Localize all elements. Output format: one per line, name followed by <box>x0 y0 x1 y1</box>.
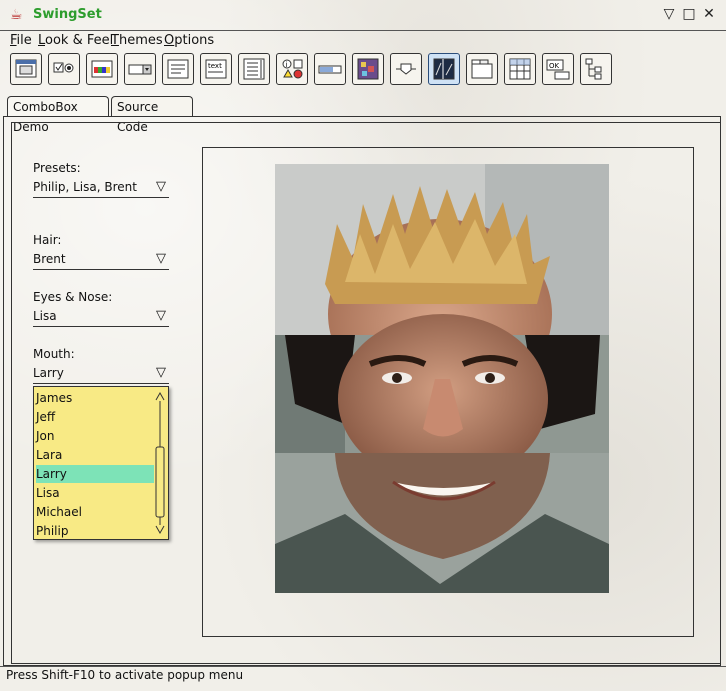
list-item[interactable]: James <box>36 389 154 407</box>
chevron-down-icon: ▽ <box>156 251 166 266</box>
svg-text:i: i <box>286 61 288 69</box>
menu-options[interactable]: Options <box>164 33 214 48</box>
html-demo-icon[interactable]: text <box>200 53 232 85</box>
hair-label: Hair: <box>33 233 62 247</box>
tab-combobox-demo[interactable]: ComboBox Demo <box>7 96 109 134</box>
window-title: SwingSet <box>33 7 102 22</box>
mouth-label: Mouth: <box>33 347 75 361</box>
eyes-nose-label: Eyes & Nose: <box>33 290 113 304</box>
scroll-pane-demo-icon[interactable] <box>352 53 384 85</box>
list-scrollbar[interactable] <box>154 391 166 535</box>
list-item[interactable]: Philip <box>36 522 154 540</box>
eyes-nose-combobox[interactable]: Lisa ▽ <box>33 306 169 327</box>
presets-combobox[interactable]: Philip, Lisa, Brent ▽ <box>33 177 169 198</box>
svg-text:OK: OK <box>549 62 560 70</box>
chevron-down-icon: ▽ <box>156 308 166 323</box>
tree-demo-icon[interactable] <box>580 53 612 85</box>
button-demo-icon[interactable] <box>48 53 80 85</box>
chevron-down-icon: ▽ <box>156 365 166 380</box>
maximize-icon[interactable]: □ <box>682 7 696 21</box>
internal-frame-demo-icon[interactable] <box>10 53 42 85</box>
list-item[interactable]: Jeff <box>36 408 154 426</box>
title-bar <box>0 0 726 31</box>
combobox-demo-icon[interactable] <box>124 53 156 85</box>
color-chooser-demo-icon[interactable] <box>86 53 118 85</box>
presets-value: Philip, Lisa, Brent <box>33 180 137 194</box>
tabbed-pane-demo-icon[interactable] <box>466 53 498 85</box>
list-item[interactable]: Jon <box>36 427 154 445</box>
hair-value: Brent <box>33 252 66 266</box>
list-item[interactable]: Michael <box>36 503 154 521</box>
list-item[interactable]: Lara <box>36 446 154 464</box>
list-item-selected[interactable]: Larry <box>36 465 154 483</box>
file-chooser-demo-icon[interactable] <box>162 53 194 85</box>
tooltip-demo-icon[interactable]: OK <box>542 53 574 85</box>
menu-look-and-feel[interactable]: Look & Feel <box>38 33 113 48</box>
split-pane-demo-icon[interactable] <box>428 53 460 85</box>
menu-file[interactable]: File <box>10 33 32 48</box>
eyes-nose-value: Lisa <box>33 309 57 323</box>
status-text: Press Shift-F10 to activate popup menu <box>6 668 244 682</box>
mouth-value: Larry <box>33 366 64 380</box>
hair-combobox[interactable]: Brent ▽ <box>33 249 169 270</box>
menu-bar: File Look & Feel Themes Options <box>0 31 726 51</box>
mouth-dropdown-list: James Jeff Jon Lara Larry Lisa Michael P… <box>33 386 169 540</box>
option-pane-demo-icon[interactable]: i <box>276 53 308 85</box>
chevron-down-icon: ▽ <box>156 179 166 194</box>
svg-text:text: text <box>208 62 222 70</box>
menu-themes[interactable]: Themes <box>111 33 163 48</box>
presets-label: Presets: <box>33 161 81 175</box>
list-demo-icon[interactable] <box>238 53 270 85</box>
list-item[interactable]: Lisa <box>36 484 154 502</box>
close-icon[interactable]: ✕ <box>702 7 716 21</box>
slider-demo-icon[interactable] <box>390 53 422 85</box>
progress-bar-demo-icon[interactable] <box>314 53 346 85</box>
status-separator <box>0 666 726 667</box>
java-cup-icon: ☕ <box>10 7 23 23</box>
table-demo-icon[interactable] <box>504 53 536 85</box>
composite-face-image <box>275 164 609 593</box>
minimize-icon[interactable]: ▽ <box>662 7 676 21</box>
mouth-combobox[interactable]: Larry ▽ <box>33 363 169 384</box>
tab-source-code[interactable]: Source Code <box>111 96 193 134</box>
